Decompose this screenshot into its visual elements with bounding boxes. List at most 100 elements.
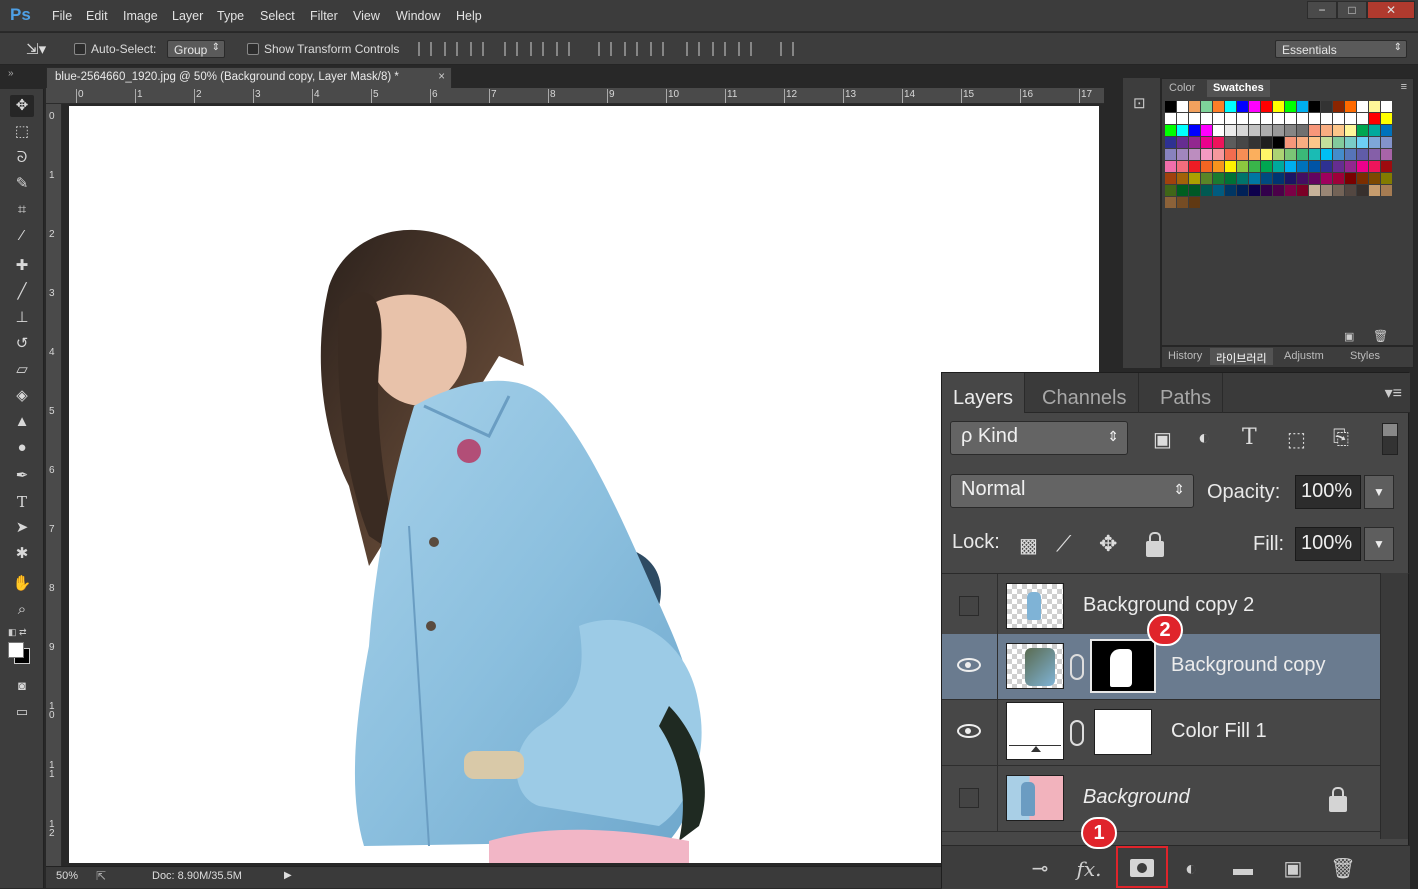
chain-link-icon[interactable] bbox=[1070, 654, 1084, 680]
menu-view[interactable]: View bbox=[353, 9, 380, 23]
color-swatch[interactable] bbox=[1321, 173, 1332, 184]
color-swatch[interactable] bbox=[1309, 149, 1320, 160]
color-swatch[interactable] bbox=[1309, 125, 1320, 136]
tab-libraries[interactable]: 라이브러리 bbox=[1210, 348, 1273, 365]
color-swatch[interactable] bbox=[1345, 161, 1356, 172]
tab-history[interactable]: History bbox=[1162, 348, 1208, 365]
filter-adjustment-icon[interactable]: ◐ bbox=[1198, 427, 1210, 450]
color-swatch[interactable] bbox=[1237, 173, 1248, 184]
color-swatch[interactable] bbox=[1213, 149, 1224, 160]
color-swatch[interactable] bbox=[1225, 137, 1236, 148]
color-swatch[interactable] bbox=[1177, 173, 1188, 184]
move-tool-preset-icon[interactable]: ⇲▾ bbox=[26, 40, 46, 58]
color-swatch[interactable] bbox=[1177, 101, 1188, 112]
layers-panel-menu-icon[interactable]: ▾≡ bbox=[1385, 383, 1402, 403]
status-menu-arrow-icon[interactable]: ▶ bbox=[284, 870, 292, 881]
color-swatch[interactable] bbox=[1273, 137, 1284, 148]
color-swatch[interactable] bbox=[1309, 113, 1320, 124]
layer-row-background[interactable]: Background bbox=[942, 766, 1380, 832]
layer-name[interactable]: Background copy bbox=[1171, 654, 1326, 677]
color-swatch[interactable] bbox=[1369, 149, 1380, 160]
auto-select-dropdown[interactable]: Group ⇕ bbox=[167, 40, 225, 58]
color-swatch[interactable] bbox=[1297, 125, 1308, 136]
color-swatch[interactable] bbox=[1369, 137, 1380, 148]
color-swatch[interactable] bbox=[1177, 113, 1188, 124]
color-swatch[interactable] bbox=[1261, 185, 1272, 196]
lock-position-icon[interactable]: ✥ bbox=[1099, 531, 1117, 557]
color-swatch[interactable] bbox=[1225, 173, 1236, 184]
color-swatch[interactable] bbox=[1285, 113, 1296, 124]
filter-smart-object-icon[interactable]: ⎘ bbox=[1333, 427, 1349, 450]
color-swatch[interactable] bbox=[1369, 101, 1380, 112]
color-swatch[interactable] bbox=[1345, 125, 1356, 136]
color-swatch[interactable] bbox=[1165, 161, 1176, 172]
color-swatch[interactable] bbox=[1237, 113, 1248, 124]
color-swatch[interactable] bbox=[1249, 101, 1260, 112]
tab-channels[interactable]: Channels bbox=[1031, 373, 1139, 413]
color-swatch[interactable] bbox=[1189, 149, 1200, 160]
panel-menu-icon[interactable]: ≡ bbox=[1401, 81, 1407, 93]
color-swatch[interactable] bbox=[1261, 125, 1272, 136]
color-swatch[interactable] bbox=[1273, 149, 1284, 160]
distribute-hcenter-icon[interactable] bbox=[712, 42, 726, 56]
color-swatch[interactable] bbox=[1237, 161, 1248, 172]
color-swatch[interactable] bbox=[1189, 161, 1200, 172]
new-swatch-icon[interactable]: ▣ bbox=[1344, 330, 1354, 343]
color-swatch[interactable] bbox=[1249, 149, 1260, 160]
color-swatch[interactable] bbox=[1201, 161, 1212, 172]
delete-swatch-icon[interactable]: 🗑 bbox=[1373, 329, 1388, 343]
tab-color[interactable]: Color bbox=[1163, 80, 1201, 97]
color-swatch[interactable] bbox=[1333, 125, 1344, 136]
fill-slider-button[interactable]: ▼ bbox=[1364, 527, 1394, 561]
color-swatch[interactable] bbox=[1177, 137, 1188, 148]
color-swatch[interactable] bbox=[1249, 173, 1260, 184]
minimize-button[interactable]: − bbox=[1307, 1, 1337, 19]
filter-pixel-icon[interactable]: ▣ bbox=[1153, 427, 1172, 452]
color-swatch[interactable] bbox=[1333, 113, 1344, 124]
color-swatch[interactable] bbox=[1321, 137, 1332, 148]
filter-toggle-switch[interactable] bbox=[1382, 423, 1398, 455]
color-swatch[interactable] bbox=[1273, 185, 1284, 196]
layer-mask-thumbnail[interactable] bbox=[1094, 709, 1152, 755]
color-swatch[interactable] bbox=[1285, 101, 1296, 112]
menu-edit[interactable]: Edit bbox=[86, 9, 108, 23]
export-icon[interactable]: ⇱ bbox=[96, 869, 106, 883]
color-swatch[interactable] bbox=[1321, 113, 1332, 124]
new-group-folder-icon[interactable]: ▬ bbox=[1230, 858, 1256, 880]
marquee-tool-icon[interactable]: ⬚ bbox=[10, 121, 34, 143]
lasso-tool-icon[interactable]: ᘐ bbox=[10, 147, 34, 169]
color-swatch[interactable] bbox=[1249, 161, 1260, 172]
blend-mode-dropdown[interactable]: Normal ⇕ bbox=[950, 474, 1194, 508]
color-swatch[interactable] bbox=[1297, 137, 1308, 148]
align-vcenter-icon[interactable] bbox=[444, 42, 458, 56]
color-swatch[interactable] bbox=[1189, 185, 1200, 196]
color-swatch[interactable] bbox=[1249, 137, 1260, 148]
color-swatch[interactable] bbox=[1309, 161, 1320, 172]
align-right-icon[interactable] bbox=[556, 42, 570, 56]
color-swatch[interactable] bbox=[1357, 137, 1368, 148]
align-bottom-icon[interactable] bbox=[470, 42, 484, 56]
align-hcenter-icon[interactable] bbox=[530, 42, 544, 56]
color-swatch[interactable] bbox=[1345, 185, 1356, 196]
color-swatch[interactable] bbox=[1165, 149, 1176, 160]
color-swatch[interactable] bbox=[1369, 185, 1380, 196]
color-swatch[interactable] bbox=[1165, 137, 1176, 148]
chain-link-icon[interactable] bbox=[1070, 720, 1084, 746]
maximize-button[interactable]: □ bbox=[1337, 1, 1367, 19]
color-swatch[interactable] bbox=[1225, 101, 1236, 112]
color-swatch[interactable] bbox=[1213, 137, 1224, 148]
color-swatch[interactable] bbox=[1177, 197, 1188, 208]
color-swatch[interactable] bbox=[1381, 173, 1392, 184]
color-swatch[interactable] bbox=[1261, 161, 1272, 172]
distribute-bottom-icon[interactable] bbox=[650, 42, 664, 56]
color-swatch[interactable] bbox=[1165, 197, 1176, 208]
color-swatch[interactable] bbox=[1357, 173, 1368, 184]
quick-select-tool-icon[interactable]: ✎ bbox=[10, 173, 34, 195]
color-swatch[interactable] bbox=[1333, 173, 1344, 184]
history-brush-icon[interactable]: ↺ bbox=[10, 333, 34, 355]
menu-type[interactable]: Type bbox=[217, 9, 244, 23]
visibility-cell[interactable] bbox=[942, 700, 998, 766]
filter-kind-dropdown[interactable]: ρ Kind ⇕ bbox=[950, 421, 1128, 455]
color-swatch[interactable] bbox=[1273, 161, 1284, 172]
distribute-top-icon[interactable] bbox=[598, 42, 612, 56]
